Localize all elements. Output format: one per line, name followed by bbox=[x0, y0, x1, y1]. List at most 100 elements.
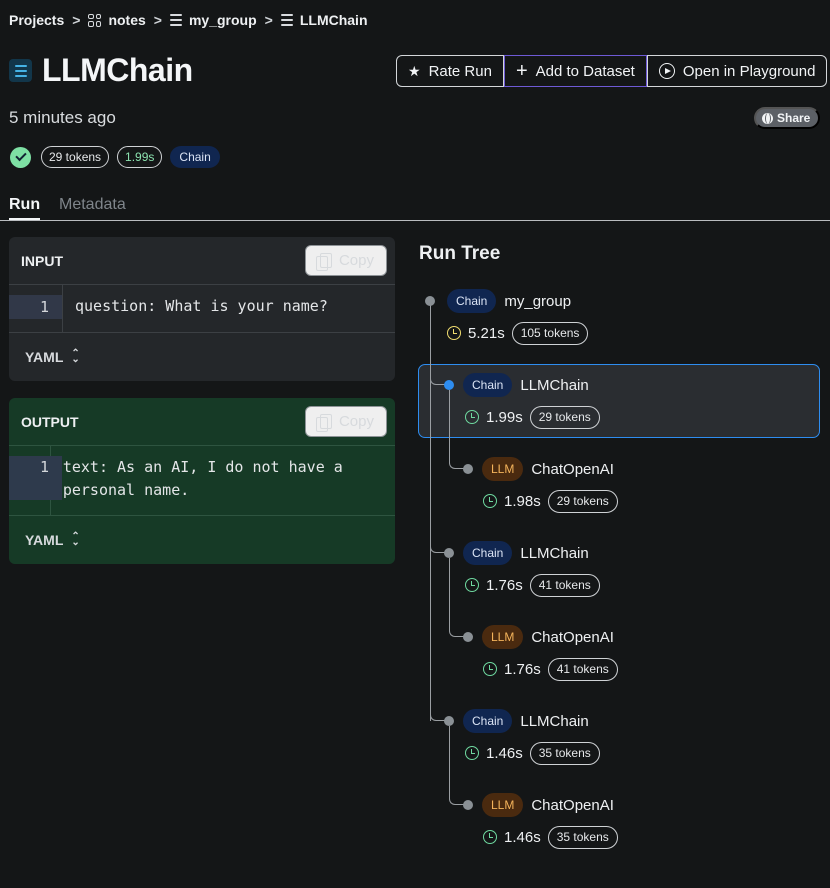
node-meta: 1.46s 35 tokens bbox=[483, 825, 618, 849]
chevron-right-icon: > bbox=[72, 12, 81, 28]
node-duration: 5.21s bbox=[468, 324, 505, 342]
node-duration: 1.98s bbox=[504, 492, 541, 510]
run-type-badge: Chain bbox=[170, 146, 220, 168]
tree-node[interactable]: Chain LLMChain bbox=[463, 541, 589, 565]
rate-run-button[interactable]: ★ Rate Run bbox=[396, 55, 504, 87]
copy-input-button[interactable]: Copy bbox=[304, 245, 387, 276]
tree-connector bbox=[430, 301, 431, 721]
node-meta: 1.46s 35 tokens bbox=[465, 741, 600, 765]
input-format-select[interactable]: YAML ⌃ ⌄ bbox=[9, 333, 395, 380]
node-meta: 1.76s 41 tokens bbox=[465, 573, 600, 597]
time-ago: 5 minutes ago bbox=[9, 108, 116, 127]
stack-icon bbox=[280, 14, 293, 26]
breadcrumb: Projects > notes > my_group > LLMChain bbox=[9, 10, 368, 30]
line-gutter: 1 bbox=[9, 446, 62, 515]
tree-node-selected[interactable]: Chain LLMChain bbox=[463, 373, 589, 397]
node-duration: 1.46s bbox=[486, 744, 523, 762]
node-tokens: 41 tokens bbox=[529, 573, 600, 597]
title-row: LLMChain bbox=[9, 52, 193, 89]
clock-icon bbox=[465, 578, 479, 592]
node-meta: 1.98s 29 tokens bbox=[483, 489, 618, 513]
input-label: INPUT bbox=[21, 252, 63, 269]
run-type-badge: Chain bbox=[463, 541, 513, 565]
tree-node-dot bbox=[444, 548, 454, 558]
run-type-badge: LLM bbox=[482, 793, 524, 817]
node-tokens: 35 tokens bbox=[547, 825, 618, 849]
latency-badge: 1.99s bbox=[117, 146, 163, 168]
node-name: ChatOpenAI bbox=[531, 628, 614, 646]
node-name: LLMChain bbox=[520, 712, 589, 730]
breadcrumb-label: Projects bbox=[9, 12, 65, 28]
tree-node[interactable]: Chain my_group bbox=[447, 289, 571, 313]
tree-node[interactable]: LLM ChatOpenAI bbox=[482, 793, 614, 817]
copy-icon bbox=[315, 413, 332, 432]
output-panel: OUTPUT Copy 1 text: As an AI, I do not h… bbox=[9, 398, 395, 564]
copy-icon bbox=[315, 252, 332, 271]
run-stats: 29 tokens 1.99s Chain bbox=[10, 146, 220, 168]
tree-connector bbox=[449, 390, 468, 469]
clock-icon bbox=[447, 326, 461, 340]
globe-icon bbox=[762, 112, 773, 124]
breadcrumb-label: LLMChain bbox=[299, 12, 368, 28]
plus-icon: + bbox=[515, 60, 528, 82]
input-panel-header: INPUT Copy bbox=[9, 237, 395, 285]
node-name: ChatOpenAI bbox=[531, 796, 614, 814]
output-code-editor[interactable]: 1 text: As an AI, I do not have a person… bbox=[9, 446, 395, 516]
output-format-select[interactable]: YAML ⌃ ⌄ bbox=[9, 516, 395, 563]
breadcrumb-my-group[interactable]: my_group bbox=[169, 12, 257, 28]
run-type-badge: LLM bbox=[482, 625, 524, 649]
run-type-badge: Chain bbox=[447, 289, 497, 313]
chevron-right-icon: > bbox=[153, 12, 162, 28]
breadcrumb-llmchain[interactable]: LLMChain bbox=[280, 12, 368, 28]
tree-node[interactable]: LLM ChatOpenAI bbox=[482, 625, 614, 649]
tree-node-dot bbox=[463, 464, 473, 474]
line-number: 1 bbox=[9, 295, 62, 319]
tab-run[interactable]: Run bbox=[9, 196, 41, 220]
add-to-dataset-label: Add to Dataset bbox=[535, 62, 635, 80]
run-type-badge: Chain bbox=[463, 373, 513, 397]
chain-icon bbox=[9, 59, 32, 82]
action-button-group: ★ Rate Run + Add to Dataset Open in Play… bbox=[396, 55, 828, 87]
input-code-editor[interactable]: 1 question: What is your name? bbox=[9, 285, 395, 333]
output-label: OUTPUT bbox=[21, 413, 79, 430]
node-duration: 1.99s bbox=[486, 408, 523, 426]
copy-output-button[interactable]: Copy bbox=[304, 406, 387, 437]
node-tokens: 105 tokens bbox=[511, 321, 589, 345]
token-count-badge: 29 tokens bbox=[41, 146, 110, 168]
input-panel: INPUT Copy 1 question: What is your name… bbox=[9, 237, 395, 381]
tree-node[interactable]: Chain LLMChain bbox=[463, 709, 589, 733]
node-duration: 1.46s bbox=[504, 828, 541, 846]
stack-icon bbox=[169, 14, 182, 26]
line-number: 1 bbox=[9, 456, 62, 500]
node-tokens: 41 tokens bbox=[547, 657, 618, 681]
tree-node-dot bbox=[444, 380, 454, 390]
breadcrumb-label: notes bbox=[108, 12, 146, 28]
share-button[interactable]: Share bbox=[754, 107, 821, 129]
up-down-chevron-icon: ⌃ ⌄ bbox=[71, 530, 80, 548]
format-label: YAML bbox=[25, 531, 64, 548]
run-type-badge: LLM bbox=[482, 457, 524, 481]
format-label: YAML bbox=[25, 348, 64, 365]
rate-run-label: Rate Run bbox=[428, 62, 492, 80]
breadcrumb-label: my_group bbox=[188, 12, 257, 28]
clock-icon bbox=[483, 662, 497, 676]
node-meta: 1.76s 41 tokens bbox=[483, 657, 618, 681]
tree-node-dot bbox=[463, 800, 473, 810]
play-circle-icon bbox=[658, 63, 675, 79]
breadcrumb-projects[interactable]: Projects bbox=[9, 12, 64, 28]
up-down-chevron-icon: ⌃ ⌄ bbox=[71, 347, 80, 365]
breadcrumb-notes[interactable]: notes bbox=[88, 12, 146, 28]
success-check-icon bbox=[10, 146, 31, 168]
tab-metadata[interactable]: Metadata bbox=[59, 196, 126, 214]
add-to-dataset-button[interactable]: + Add to Dataset bbox=[503, 55, 647, 87]
open-playground-button[interactable]: Open in Playground bbox=[646, 55, 828, 87]
node-meta: 5.21s 105 tokens bbox=[447, 321, 589, 345]
open-playground-label: Open in Playground bbox=[682, 62, 816, 80]
page-title: LLMChain bbox=[42, 52, 193, 88]
node-tokens: 29 tokens bbox=[529, 405, 600, 429]
node-duration: 1.76s bbox=[486, 576, 523, 594]
tab-bar: Run Metadata bbox=[0, 194, 830, 221]
node-tokens: 29 tokens bbox=[547, 489, 618, 513]
tree-node[interactable]: LLM ChatOpenAI bbox=[482, 457, 614, 481]
clock-icon bbox=[483, 494, 497, 508]
